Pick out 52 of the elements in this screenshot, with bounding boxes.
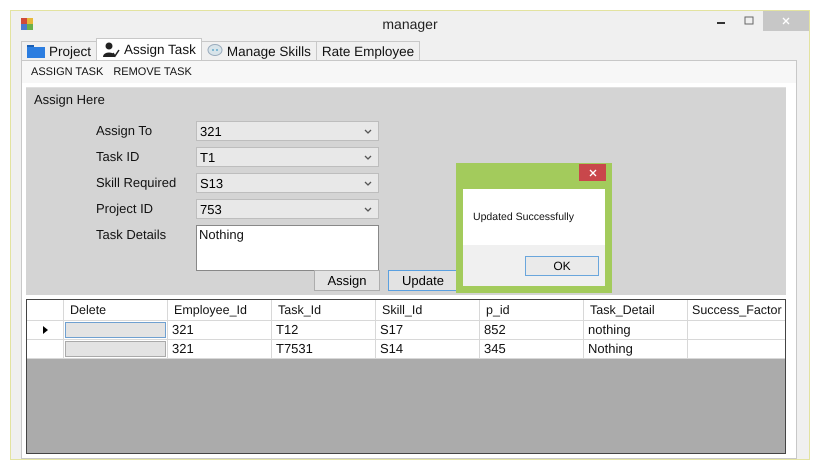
chevron-icon	[364, 154, 372, 160]
close-icon	[781, 16, 791, 26]
combo-box[interactable]: S13	[196, 173, 379, 193]
table-cell: S17	[376, 321, 480, 339]
table-cell: S14	[376, 340, 480, 358]
bubble-icon	[206, 44, 223, 58]
group-title: Assign Here	[34, 92, 105, 107]
ok-button[interactable]: OK	[525, 256, 599, 276]
column-header[interactable]: p_id	[480, 300, 584, 320]
table-cell: 852	[480, 321, 584, 339]
table-cell: 321	[168, 340, 272, 358]
combo-box[interactable]: 321	[196, 121, 379, 141]
combo-box[interactable]: T1	[196, 147, 379, 167]
column-header[interactable]: Task_Detail	[584, 300, 688, 320]
chevron-icon	[364, 180, 372, 186]
window-title: manager	[382, 16, 438, 32]
tab[interactable]: Project	[21, 41, 98, 60]
table-cell: T7531	[272, 340, 376, 358]
column-header[interactable]: Task_Id	[272, 300, 376, 320]
chevron-icon	[364, 128, 372, 134]
field-label: Project ID	[96, 200, 154, 218]
menu-item[interactable]: ASSIGN TASK	[26, 66, 108, 78]
action-button[interactable]: Update	[388, 270, 458, 291]
field-label: Skill Required	[96, 174, 178, 192]
text-area[interactable]: Nothing	[196, 225, 379, 271]
folder-icon	[27, 44, 45, 58]
column-header[interactable]: Employee_Id	[168, 300, 272, 320]
tab[interactable]: Manage Skills	[200, 41, 317, 60]
menu-item[interactable]: REMOVE TASK	[108, 66, 197, 78]
table-cell: Nothing	[584, 340, 688, 358]
action-button[interactable]: Assign	[314, 270, 380, 291]
combo-box[interactable]: 753	[196, 199, 379, 219]
table-cell: nothing	[584, 321, 688, 339]
column-header[interactable]: Delete	[64, 300, 168, 320]
field-label: Task Details	[96, 226, 168, 244]
dialog-message: Updated Successfully	[473, 211, 574, 223]
current-row-icon	[42, 326, 48, 334]
table-cell: 321	[168, 321, 272, 339]
maximize-icon	[744, 16, 754, 26]
chevron-icon	[364, 206, 372, 212]
tab[interactable]: Assign Task	[96, 38, 202, 60]
close-icon	[588, 168, 596, 176]
field-label: Assign To	[96, 122, 154, 140]
table-cell: 345	[480, 340, 584, 358]
person-check-icon	[102, 42, 120, 58]
field-label: Task ID	[96, 148, 140, 166]
table-cell: T12	[272, 321, 376, 339]
app-icon	[21, 18, 33, 30]
tab[interactable]: Rate Employee	[316, 41, 420, 60]
close-button[interactable]	[579, 164, 606, 181]
column-header[interactable]: Skill_Id	[376, 300, 480, 320]
column-header[interactable]: Success_Factor	[688, 300, 786, 320]
